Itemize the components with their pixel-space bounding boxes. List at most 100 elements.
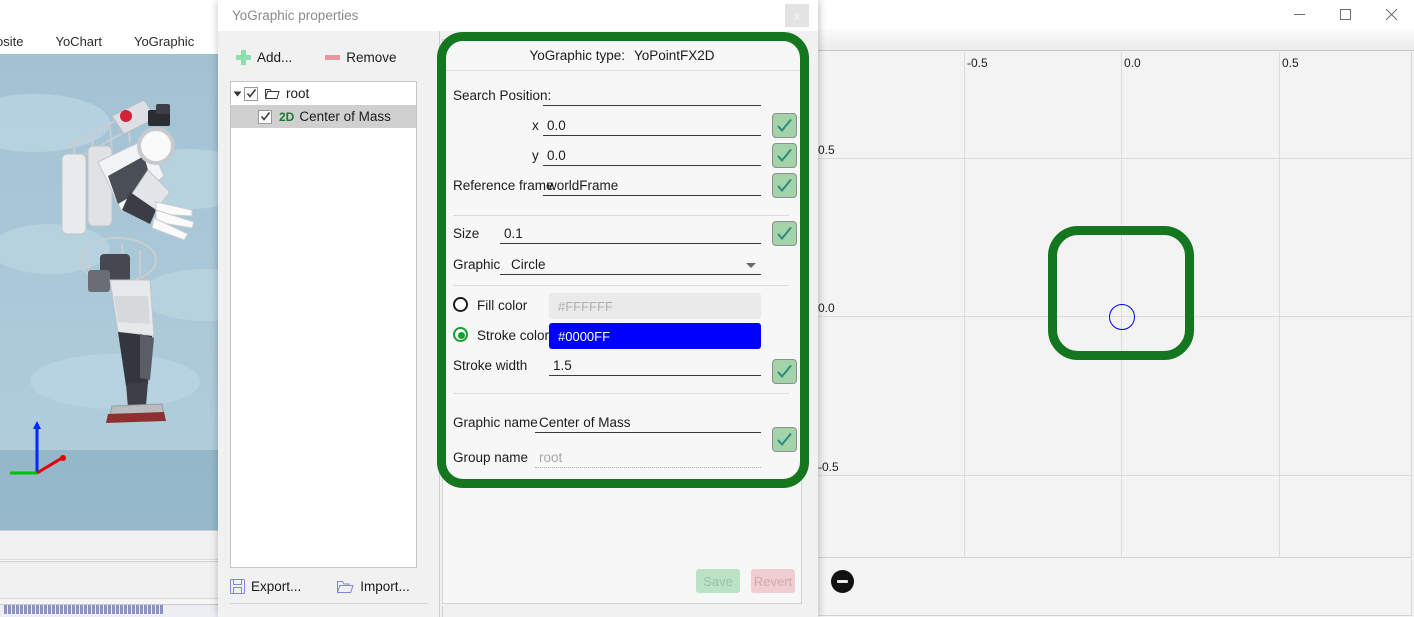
dimension-badge: 2D [279,109,295,124]
graphic-tree[interactable]: root 2D Center of Mass [230,81,417,568]
dialog-title: YoGraphic properties [232,8,359,23]
export-button[interactable]: Export... [230,579,301,594]
open-folder-icon [337,580,354,594]
status-ticks-icon [0,605,222,614]
tree-row[interactable]: 2D Center of Mass [231,105,416,128]
fill-color-input[interactable]: #FFFFFF [549,293,761,319]
tree-checkbox[interactable] [244,86,258,101]
graphic-tree-column: Add... Remove root 2D Center of Mass Exp… [230,31,430,617]
gridline-y-0.5 [815,158,1411,159]
chart-panel: -0.5 0.0 0.5 0.5 0.0 -0.5 [813,29,1414,617]
x-label: x [532,118,539,133]
simulation-viewport[interactable] [0,54,222,530]
graphic-name-label: Graphic name [453,415,538,430]
x-confirm-button[interactable] [772,113,797,138]
size-value[interactable]: 0.1 [504,226,523,241]
save-button[interactable]: Save [696,569,740,593]
properties-form-column: YoGraphic type: YoPointFX2D Search Posit… [442,31,814,617]
graphic-label: Graphic [453,257,501,272]
tab-yographic[interactable]: YoGraphic [118,29,210,54]
stroke-width-confirm-button[interactable] [772,359,797,384]
remove-button[interactable]: Remove [325,50,397,65]
export-button-label: Export... [251,579,302,594]
dialog-close-icon[interactable]: x [785,4,809,27]
add-button-label: Add... [257,49,293,65]
x-tick-label: -0.5 [967,56,988,70]
yographic-properties-dialog: YoGraphic properties x Add... Remove roo… [218,0,818,617]
form-divider [453,393,789,394]
tab-yochart[interactable]: YoChart [39,29,118,54]
chart-plot-area[interactable]: -0.5 0.0 0.5 0.5 0.0 -0.5 [814,52,1412,558]
reference-frame-value[interactable]: worldFrame [547,178,618,193]
dialog-body: Add... Remove root 2D Center of Mass Exp… [218,31,818,617]
x-input[interactable] [543,135,761,136]
import-button[interactable]: Import... [337,579,410,594]
graphic-name-confirm-button[interactable] [772,427,797,452]
chart-footer-toolbar [814,559,1412,616]
group-name-label: Group name [453,450,529,465]
size-confirm-button[interactable] [772,221,797,246]
graphic-value[interactable]: Circle [511,257,546,272]
chevron-down-icon[interactable] [233,91,242,96]
fill-color-radio[interactable] [453,297,468,312]
close-icon[interactable] [1368,0,1414,29]
folder-icon [265,88,280,100]
search-position-input[interactable] [543,105,761,106]
viewport-strip-upper [0,530,222,560]
viewport-status-bar [0,604,222,617]
y-label: y [532,148,539,163]
y-value[interactable]: 0.0 [547,148,566,163]
group-name-input[interactable] [535,467,761,468]
x-value[interactable]: 0.0 [547,118,566,133]
yographic-type-label: YoGraphic type: [529,47,625,63]
tree-footer-divider [230,603,428,604]
add-button[interactable]: Add... [236,49,293,65]
stroke-width-value[interactable]: 1.5 [553,358,572,373]
revert-button[interactable]: Revert [751,569,795,593]
reference-frame-confirm-button[interactable] [772,173,797,198]
stroke-width-input[interactable] [549,375,761,376]
y-input[interactable] [543,165,761,166]
import-button-label: Import... [360,579,410,594]
tree-toolbar: Add... Remove [230,42,430,72]
properties-form: YoGraphic type: YoPointFX2D Search Posit… [442,39,802,604]
stroke-color-input[interactable]: #0000FF [549,323,761,349]
dialog-titlebar: YoGraphic properties x [218,0,818,31]
data-point-center-of-mass[interactable] [1109,304,1135,330]
y-tick-label: -0.5 [818,460,839,474]
minimize-icon[interactable] [1276,0,1322,29]
gridline-x--0.5 [964,52,965,557]
chevron-down-icon[interactable] [746,263,756,268]
y-confirm-button[interactable] [772,143,797,168]
stroke-color-radio[interactable] [453,327,468,342]
chart-header [813,29,1414,51]
graphic-name-value[interactable]: Center of Mass [539,415,631,430]
viewport-strip-lower [0,561,222,599]
graphic-select[interactable] [500,274,761,275]
column-divider [439,31,440,617]
plus-icon [236,49,251,65]
group-name-value[interactable]: root [539,450,562,465]
remove-graphic-icon[interactable] [831,570,854,593]
tree-row[interactable]: root [231,82,416,105]
window-controls [1276,0,1414,29]
size-input[interactable] [500,243,761,244]
save-disk-icon [230,579,245,594]
tree-checkbox[interactable] [258,109,272,124]
coordinate-axes-icon [10,415,82,490]
maximize-icon[interactable] [1322,0,1368,29]
y-tick-label: 0.0 [818,301,835,315]
tab-composite[interactable]: osite [0,29,39,54]
tree-footer: Export... Import... [230,579,417,594]
tree-row-label: Center of Mass [299,109,391,124]
form-divider [453,285,789,286]
graphic-name-input[interactable] [535,432,761,433]
robot-model [52,84,202,437]
form-divider [453,215,789,216]
reference-frame-label: Reference frame [453,178,554,193]
stroke-color-label: Stroke color [477,328,550,343]
y-tick-label: 0.5 [818,143,835,157]
yographic-type-value: YoPointFX2D [634,47,715,63]
search-position-label: Search Position: [453,88,552,103]
reference-frame-input[interactable] [543,195,761,196]
